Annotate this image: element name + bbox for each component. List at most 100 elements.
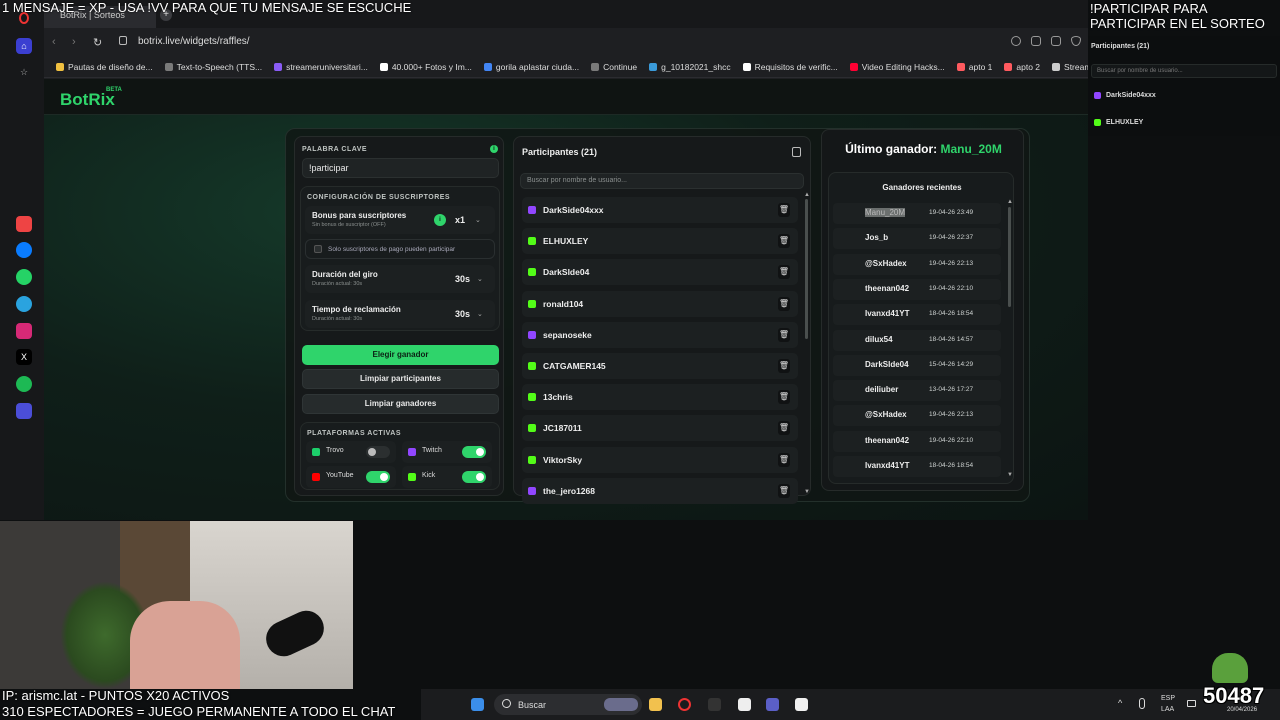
bonus-info-icon[interactable]: i [434, 214, 446, 226]
copy-icon[interactable] [792, 147, 801, 157]
messenger-icon[interactable] [16, 242, 32, 258]
list-item[interactable]: ELHUXLEY 🗑 [522, 228, 798, 255]
participant-search-input[interactable]: Buscar por nombre de usuario... [520, 173, 804, 189]
spotify-icon[interactable] [16, 376, 32, 392]
bookmark-item[interactable]: apto 2 [1004, 62, 1040, 72]
chevron-down-icon[interactable]: ⌄ [477, 310, 483, 318]
file-explorer-icon[interactable] [649, 698, 662, 711]
bookmark-item[interactable]: Requisitos de verific... [742, 62, 838, 72]
search-page-icon[interactable] [1011, 36, 1021, 46]
player-icon[interactable] [16, 403, 32, 419]
reload-icon[interactable]: ↻ [93, 36, 102, 49]
bookmark-item[interactable]: Continue [591, 62, 637, 72]
trash-icon[interactable]: 🗑 [778, 452, 790, 467]
scroll-up-icon[interactable]: ▲ [1007, 199, 1013, 205]
network-icon[interactable] [1187, 700, 1196, 707]
bookmark-item[interactable]: apto 1 [956, 62, 992, 72]
camera-icon[interactable] [1051, 36, 1061, 46]
address-bar: ‹ › ↻ botrix.live/widgets/raffles/ [44, 28, 1088, 56]
table-row: @SxHadex 19-04-26 22:13 [833, 253, 1001, 275]
platform-toggle[interactable] [366, 446, 390, 458]
kick-icon [528, 268, 536, 277]
language-indicator[interactable]: ESP [1161, 695, 1175, 702]
trash-icon[interactable]: 🗑 [778, 483, 790, 498]
follower-counter: 50487 [1203, 683, 1265, 708]
trash-icon[interactable]: 🗑 [778, 203, 790, 217]
chevron-down-icon[interactable]: ⌄ [475, 216, 481, 224]
beta-badge: BETA [106, 87, 122, 93]
scroll-down-icon[interactable]: ▼ [804, 489, 810, 495]
bonus-select[interactable]: x1 [455, 215, 465, 225]
scroll-up-icon[interactable]: ▲ [804, 192, 810, 198]
info-icon[interactable]: i [490, 145, 498, 153]
trash-icon[interactable]: 🗑 [778, 234, 790, 249]
claim-select[interactable]: 30s [455, 309, 470, 319]
list-item[interactable]: JC187011 🗑 [522, 415, 798, 442]
pick-winner-button[interactable]: Elegir ganador [302, 345, 499, 365]
list-item[interactable]: CATGAMER145 🗑 [522, 353, 798, 379]
trash-icon[interactable]: 🗑 [778, 265, 790, 280]
bookmark-item[interactable]: gorila aplastar ciuda... [483, 62, 579, 72]
mic-icon[interactable] [1139, 698, 1145, 709]
bookmark-item[interactable]: Video Editing Hacks... [849, 62, 945, 72]
home-icon[interactable]: ⌂ [16, 38, 32, 54]
botrix-logo[interactable]: BotRix [60, 90, 115, 110]
store-icon[interactable] [795, 698, 808, 711]
spin-select[interactable]: 30s [455, 274, 470, 284]
taskbar-search[interactable]: Buscar [494, 694, 642, 715]
x-icon[interactable]: X [16, 349, 32, 365]
platform-label: Trovo [326, 447, 344, 454]
keyword-input[interactable]: !participar [302, 158, 499, 178]
bookmark-favicon-icon [742, 63, 751, 71]
back-icon[interactable]: ‹ [52, 36, 56, 48]
list-item[interactable]: the_jero1268 🗑 [522, 477, 798, 504]
chair [130, 601, 240, 689]
bookmark-item[interactable]: StreamElements - st... [1052, 62, 1088, 72]
bookmark-item[interactable]: 40.000+ Fotos y Im... [379, 62, 472, 72]
list-item[interactable]: 13chris 🗑 [522, 384, 798, 411]
winners-scrollbar[interactable] [1008, 207, 1011, 307]
app-icon[interactable] [708, 698, 721, 711]
shield-icon[interactable] [1071, 36, 1081, 46]
paid-only-checkbox[interactable] [314, 245, 322, 253]
bookmark-item[interactable]: g_10182021_shcc [649, 62, 731, 72]
edit-icon[interactable] [1031, 36, 1041, 46]
list-item[interactable]: ronald104 🗑 [522, 290, 798, 317]
list-item[interactable]: DarkSIde04 🗑 [522, 259, 798, 286]
whatsapp-icon[interactable] [16, 269, 32, 285]
trash-icon[interactable]: 🗑 [778, 327, 790, 342]
notepad-icon[interactable] [738, 698, 751, 711]
kick-icon [528, 393, 536, 402]
bookmark-item[interactable]: streameruniversitari... [274, 62, 368, 72]
url-field[interactable]: botrix.live/widgets/raffles/ [138, 36, 250, 47]
telegram-icon[interactable] [16, 296, 32, 312]
bookmark-item[interactable]: Pautas de diseño de... [56, 62, 153, 72]
opera-icon[interactable] [678, 698, 691, 711]
forward-icon[interactable]: › [72, 36, 76, 48]
list-item[interactable]: DarkSide04xxx 🗑 [522, 197, 798, 223]
trash-icon[interactable]: 🗑 [778, 390, 790, 405]
side-search-input[interactable]: Buscar por nombre de usuario... [1091, 64, 1277, 78]
app-icon[interactable] [16, 216, 32, 232]
platform-toggle[interactable] [462, 446, 486, 458]
trash-icon[interactable]: 🗑 [778, 296, 790, 311]
trash-icon[interactable]: 🗑 [778, 421, 790, 436]
language-variant[interactable]: LAA [1161, 706, 1174, 713]
trash-icon[interactable]: 🗑 [778, 359, 790, 373]
chevron-down-icon[interactable]: ⌄ [477, 275, 483, 283]
platform-toggle[interactable] [366, 471, 390, 483]
start-icon[interactable] [471, 698, 484, 711]
clear-winners-button[interactable]: Limpiar ganadores [302, 394, 499, 414]
teams-icon[interactable] [766, 698, 779, 711]
tray-chevron-icon[interactable]: ^ [1118, 698, 1122, 708]
list-item[interactable]: sepanoseke 🗑 [522, 321, 798, 348]
platform-toggle[interactable] [462, 471, 486, 483]
bookmark-item[interactable]: Text-to-Speech (TTS... [164, 62, 262, 72]
clear-participants-button[interactable]: Limpiar participantes [302, 369, 499, 389]
star-icon[interactable]: ☆ [16, 64, 32, 80]
instagram-icon[interactable] [16, 323, 32, 339]
platform-trovo: Trovo [306, 441, 396, 463]
scroll-down-icon[interactable]: ▼ [1007, 472, 1013, 478]
participant-scrollbar[interactable] [805, 199, 808, 339]
list-item[interactable]: ViktorSky 🗑 [522, 446, 798, 473]
